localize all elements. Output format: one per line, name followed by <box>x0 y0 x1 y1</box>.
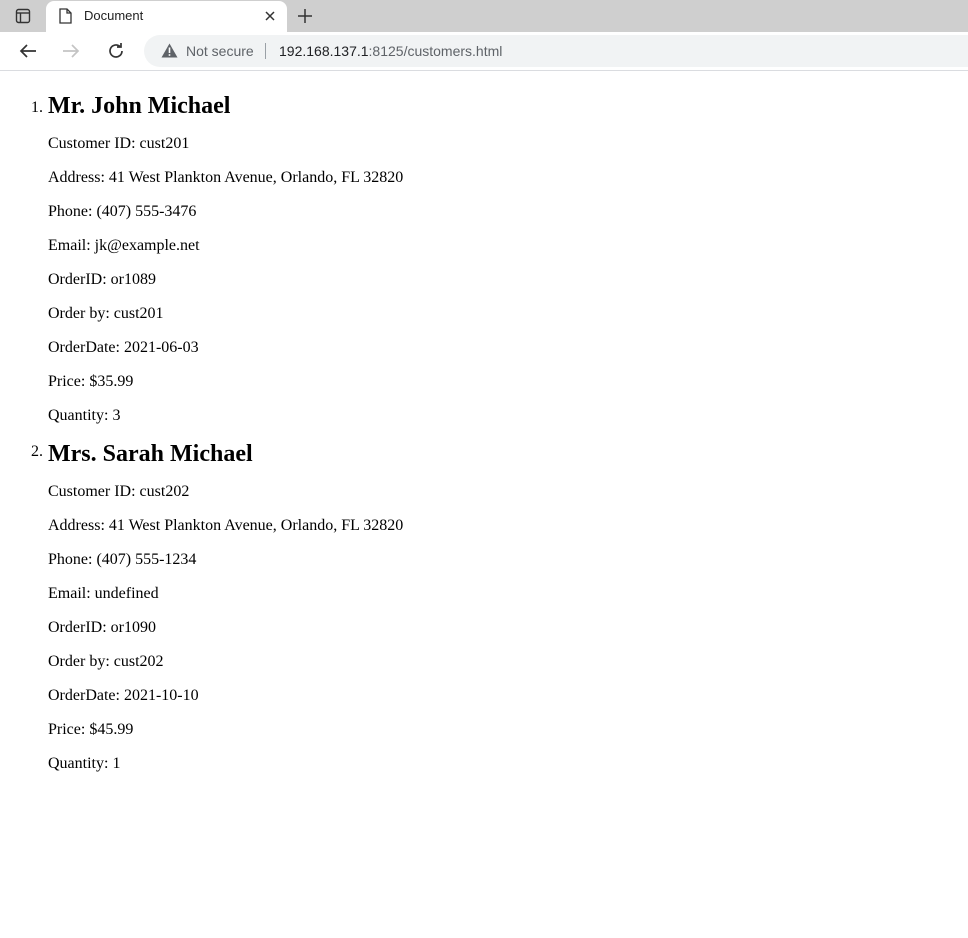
customer-item: 2. Mrs. Sarah Michael Customer ID: cust2… <box>0 440 968 774</box>
close-icon <box>265 11 275 21</box>
customer-email: Email: undefined <box>48 585 159 602</box>
customer-item: 1. Mr. John Michael Customer ID: cust201… <box>0 71 968 426</box>
security-status[interactable]: Not secure <box>186 43 254 59</box>
url-host: 192.168.137.1 <box>279 43 369 59</box>
plus-icon <box>298 9 312 23</box>
arrow-left-icon <box>19 44 36 58</box>
customer-address: Address: 41 West Plankton Avenue, Orland… <box>48 517 404 534</box>
address-bar[interactable]: Not secure 192.168.137.1:8125/customers.… <box>144 35 968 67</box>
tab-actions-button[interactable] <box>0 0 46 32</box>
order-quantity: Quantity: 1 <box>48 755 121 772</box>
customer-email: Email: jk@example.net <box>48 237 200 254</box>
url-text[interactable]: 192.168.137.1:8125/customers.html <box>279 43 502 59</box>
reload-button[interactable] <box>102 37 130 65</box>
customer-name: Mrs. Sarah Michael <box>48 441 253 467</box>
tab-actions-icon <box>15 8 31 24</box>
order-price: Price: $45.99 <box>48 721 134 738</box>
order-price: Price: $35.99 <box>48 373 134 390</box>
order-date: OrderDate: 2021-06-03 <box>48 339 199 356</box>
list-number: 2. <box>31 443 43 460</box>
customer-address: Address: 41 West Plankton Avenue, Orland… <box>48 169 404 186</box>
document-icon <box>59 8 72 24</box>
page-content: 1. Mr. John Michael Customer ID: cust201… <box>0 71 968 774</box>
order-by: Order by: cust201 <box>48 305 164 322</box>
order-by: Order by: cust202 <box>48 653 164 670</box>
list-number: 1. <box>31 99 43 116</box>
customer-id: Customer ID: cust201 <box>48 135 190 152</box>
order-id: OrderID: or1089 <box>48 271 156 288</box>
browser-toolbar: Not secure 192.168.137.1:8125/customers.… <box>0 32 968 71</box>
order-quantity: Quantity: 3 <box>48 407 121 424</box>
tab-document[interactable]: Document <box>46 1 287 32</box>
customer-list: 1. Mr. John Michael Customer ID: cust201… <box>0 71 968 774</box>
order-date: OrderDate: 2021-10-10 <box>48 687 199 704</box>
forward-button[interactable] <box>57 37 85 65</box>
close-tab-button[interactable] <box>261 7 279 25</box>
reload-icon <box>109 43 123 58</box>
divider <box>265 43 266 59</box>
arrow-right-icon <box>63 44 80 58</box>
warning-icon <box>161 43 178 58</box>
customer-name: Mr. John Michael <box>48 93 231 119</box>
order-id: OrderID: or1090 <box>48 619 156 636</box>
url-path: :8125/customers.html <box>368 43 503 59</box>
tab-strip: Document <box>0 0 968 32</box>
tab-title: Document <box>84 8 144 23</box>
customer-phone: Phone: (407) 555-3476 <box>48 203 197 220</box>
customer-id: Customer ID: cust202 <box>48 483 190 500</box>
customer-phone: Phone: (407) 555-1234 <box>48 551 197 568</box>
new-tab-button[interactable] <box>293 4 317 28</box>
back-button[interactable] <box>14 37 42 65</box>
